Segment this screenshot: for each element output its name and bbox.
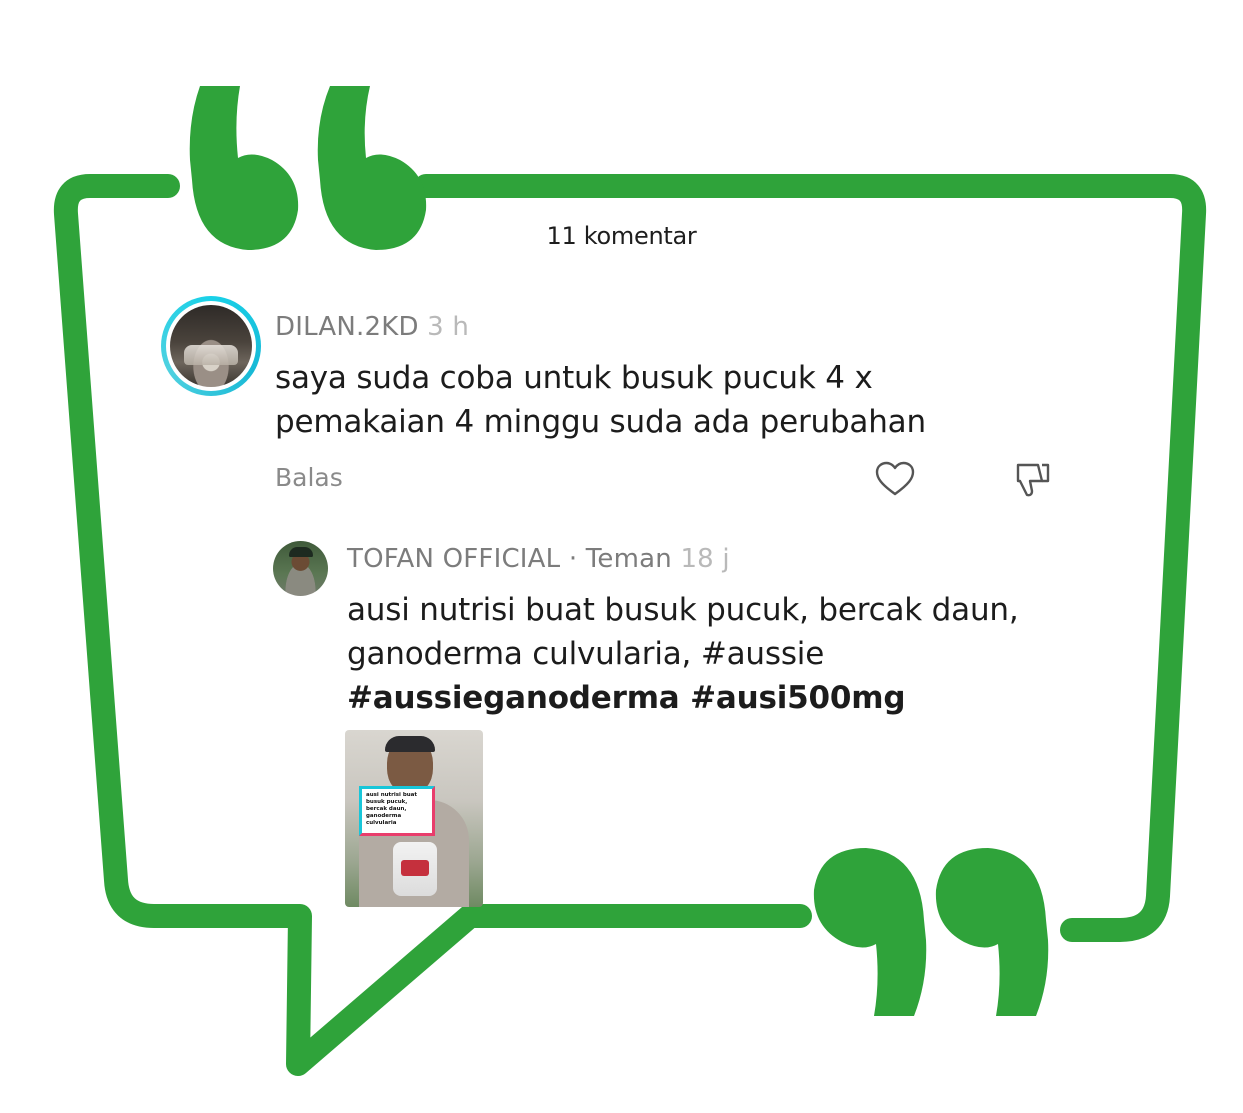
reply-username[interactable]: TOFAN OFFICIAL [347,544,560,574]
reply-text-line: #aussieganoderma #ausi500mg [347,680,906,716]
like-button[interactable] [873,457,917,501]
reply-text: ausi nutrisi buat busuk pucuk, bercak da… [347,588,1019,720]
comment-text-line: saya suda coba untuk busuk pucuk 4 x [275,360,873,396]
reply-text-line: ausi nutrisi buat busuk pucuk, bercak da… [347,592,1019,628]
reply-author[interactable]: TOFAN OFFICIAL · Teman 18 j [347,544,730,574]
friend-badge: · Teman [568,544,672,574]
reply-avatar[interactable] [273,541,328,596]
thumbnail-caption-line: ganoderma [366,813,402,819]
username[interactable]: DILAN.2KD [275,312,419,342]
thumbs-down-outline-icon [1016,463,1050,497]
thumbnail-product-bottle [393,842,437,896]
thumbnail-caption-line: ausi nutrisi buat [366,792,418,798]
thumbnail-caption: ausi nutrisi buat busuk pucuk, bercak da… [359,786,435,836]
thumbnail-caption-line: culvularia [366,820,397,826]
avatar-photo [170,305,252,387]
avatar[interactable] [161,296,261,396]
thumbnail-caption-line: bercak daun, [366,806,407,812]
close-quote-icon [813,848,1049,1016]
comment-count-title: 11 komentar [546,222,697,250]
comment-time: 3 h [427,312,470,342]
dislike-button[interactable] [1010,457,1054,501]
reply-text-line: ganoderma culvularia, #aussie [347,636,825,672]
reply-time: 18 j [680,544,730,574]
video-thumbnail[interactable]: ausi nutrisi buat busuk pucuk, bercak da… [345,730,483,907]
reply-button[interactable]: Balas [275,463,343,492]
thumbnail-caption-line: busuk pucuk, [366,799,408,805]
heart-outline-icon [875,461,915,496]
comment-text: saya suda coba untuk busuk pucuk 4 x pem… [275,356,926,444]
comment-author[interactable]: DILAN.2KD 3 h [275,312,469,342]
thumbnail-person-cap [385,736,435,752]
comment-text-line: pemakaian 4 minggu suda ada perubahan [275,404,926,440]
